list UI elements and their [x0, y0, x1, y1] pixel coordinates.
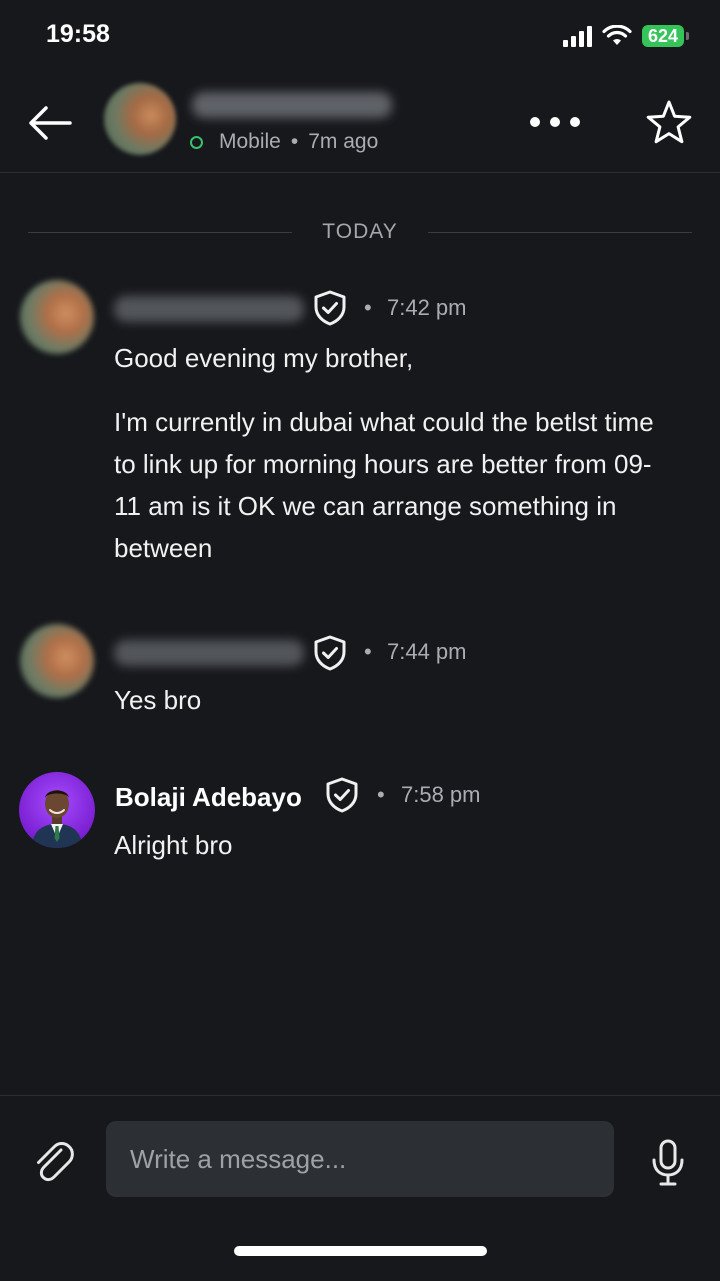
dot-icon — [530, 117, 540, 127]
message: • 7:44 pm Yes bro — [0, 624, 720, 724]
message-time: 7:44 pm — [387, 639, 467, 664]
message-body: Good evening my brother, I'm currently i… — [114, 337, 674, 569]
presence-label: Mobile — [219, 130, 281, 153]
message-paragraph: Good evening my brother, — [114, 343, 414, 373]
microphone-icon — [652, 1139, 684, 1186]
chat-header: Mobile • 7m ago — [0, 72, 720, 173]
more-options-button[interactable] — [530, 110, 580, 134]
online-status-icon — [190, 135, 203, 149]
sender-name[interactable]: Bolaji Adebayo — [115, 782, 302, 813]
attach-button[interactable] — [28, 1136, 80, 1188]
battery-indicator: 624 — [642, 25, 689, 47]
star-icon — [646, 100, 692, 144]
message-paragraph: Alright bro — [114, 830, 233, 860]
message-time: 7:42 pm — [387, 295, 467, 320]
arrow-left-icon — [29, 106, 72, 140]
verified-shield-icon — [314, 290, 346, 326]
sender-avatar[interactable] — [19, 772, 95, 848]
verified-shield-icon — [326, 777, 358, 813]
voice-record-button[interactable] — [646, 1138, 690, 1188]
contact-name-redacted[interactable] — [192, 92, 392, 118]
divider-line — [28, 232, 292, 233]
sender-avatar[interactable] — [20, 624, 94, 698]
sender-name-redacted[interactable] — [114, 640, 304, 666]
message: • 7:42 pm Good evening my brother, I'm c… — [0, 280, 720, 580]
back-button[interactable] — [24, 96, 78, 150]
sender-name-redacted[interactable] — [114, 296, 304, 322]
wifi-icon — [602, 25, 632, 45]
status-icons: 624 — [563, 22, 689, 50]
date-divider-label: TODAY — [322, 220, 398, 243]
date-divider: TODAY — [28, 220, 692, 248]
status-bar: 19:58 624 — [0, 0, 720, 72]
verified-shield-icon — [314, 635, 346, 671]
presence-status: Mobile • 7m ago — [190, 130, 378, 154]
last-seen: 7m ago — [308, 130, 379, 153]
signal-icon — [563, 25, 592, 47]
message: Bolaji Adebayo • 7:58 pm Alright bro — [0, 772, 720, 872]
dot-icon — [550, 117, 560, 127]
battery-level: 624 — [647, 25, 679, 46]
paperclip-icon — [37, 1142, 74, 1182]
message-body: Alright bro — [114, 824, 674, 866]
divider-line — [428, 232, 692, 233]
meta-separator: • — [364, 295, 372, 320]
message-input[interactable] — [106, 1121, 614, 1197]
contact-avatar[interactable] — [104, 83, 176, 155]
profile-photo — [31, 790, 83, 848]
meta-separator: • — [377, 782, 385, 807]
presence-separator: • — [290, 130, 299, 153]
dot-icon — [570, 117, 580, 127]
meta-separator: • — [364, 639, 372, 664]
home-indicator[interactable] — [234, 1246, 487, 1256]
favorite-button[interactable] — [644, 98, 694, 148]
status-time: 19:58 — [46, 20, 110, 48]
message-paragraph: Yes bro — [114, 685, 202, 715]
message-body: Yes bro — [114, 679, 674, 721]
message-paragraph: I'm currently in dubai what could the be… — [114, 407, 654, 563]
message-time: 7:58 pm — [401, 782, 481, 807]
sender-avatar[interactable] — [20, 280, 94, 354]
